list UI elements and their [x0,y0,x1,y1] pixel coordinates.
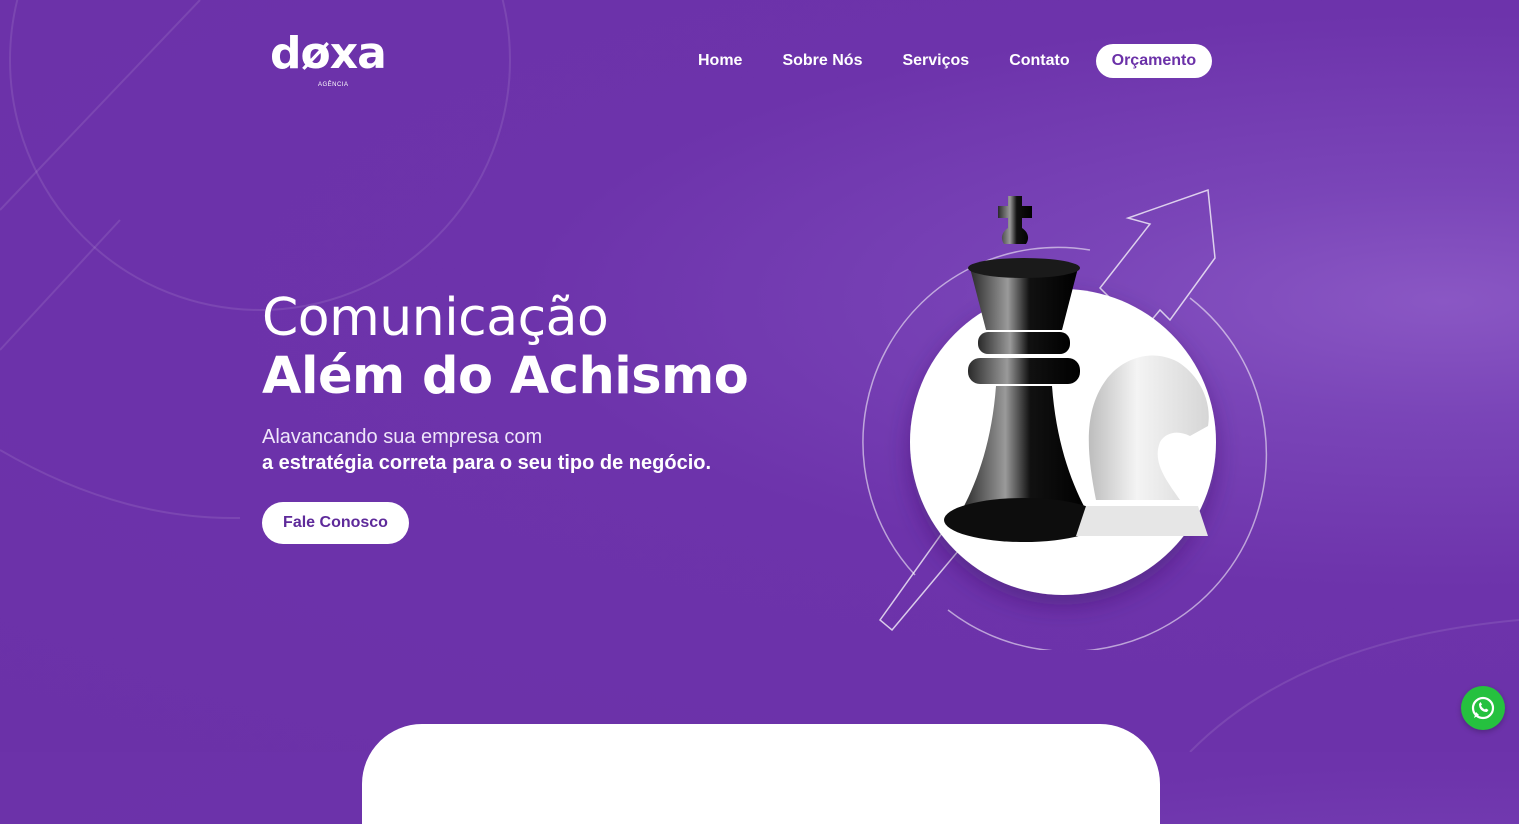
content-card [362,724,1160,824]
nav-services[interactable]: Serviços [902,52,969,70]
background-decoration [0,0,1519,752]
hero-title-bold: Além do Achismo [262,347,749,406]
logo-subtext: AGÊNCIA [318,82,349,88]
whatsapp-icon [1471,696,1495,720]
hero-subtitle-line1: Alavancando sua empresa com [262,426,543,448]
logo-wordmark: døxa [270,28,387,79]
nav-contact[interactable]: Contato [1009,52,1069,70]
contact-cta-button[interactable]: Fale Conosco [262,502,409,544]
main-nav: Home Sobre Nós Serviços Contato Orçament… [690,44,1213,78]
whatsapp-button[interactable] [1461,686,1505,730]
hero-title-light: Comunicação [262,288,609,348]
hero-subtitle-line2: a estratégia correta para o seu tipo de … [262,452,712,474]
chess-illustration [862,188,1268,650]
nav-home[interactable]: Home [698,52,742,70]
nav-about[interactable]: Sobre Nós [782,52,862,70]
quote-button[interactable]: Orçamento [1095,44,1213,78]
brand-logo[interactable]: døxa AGÊNCIA [270,30,395,94]
